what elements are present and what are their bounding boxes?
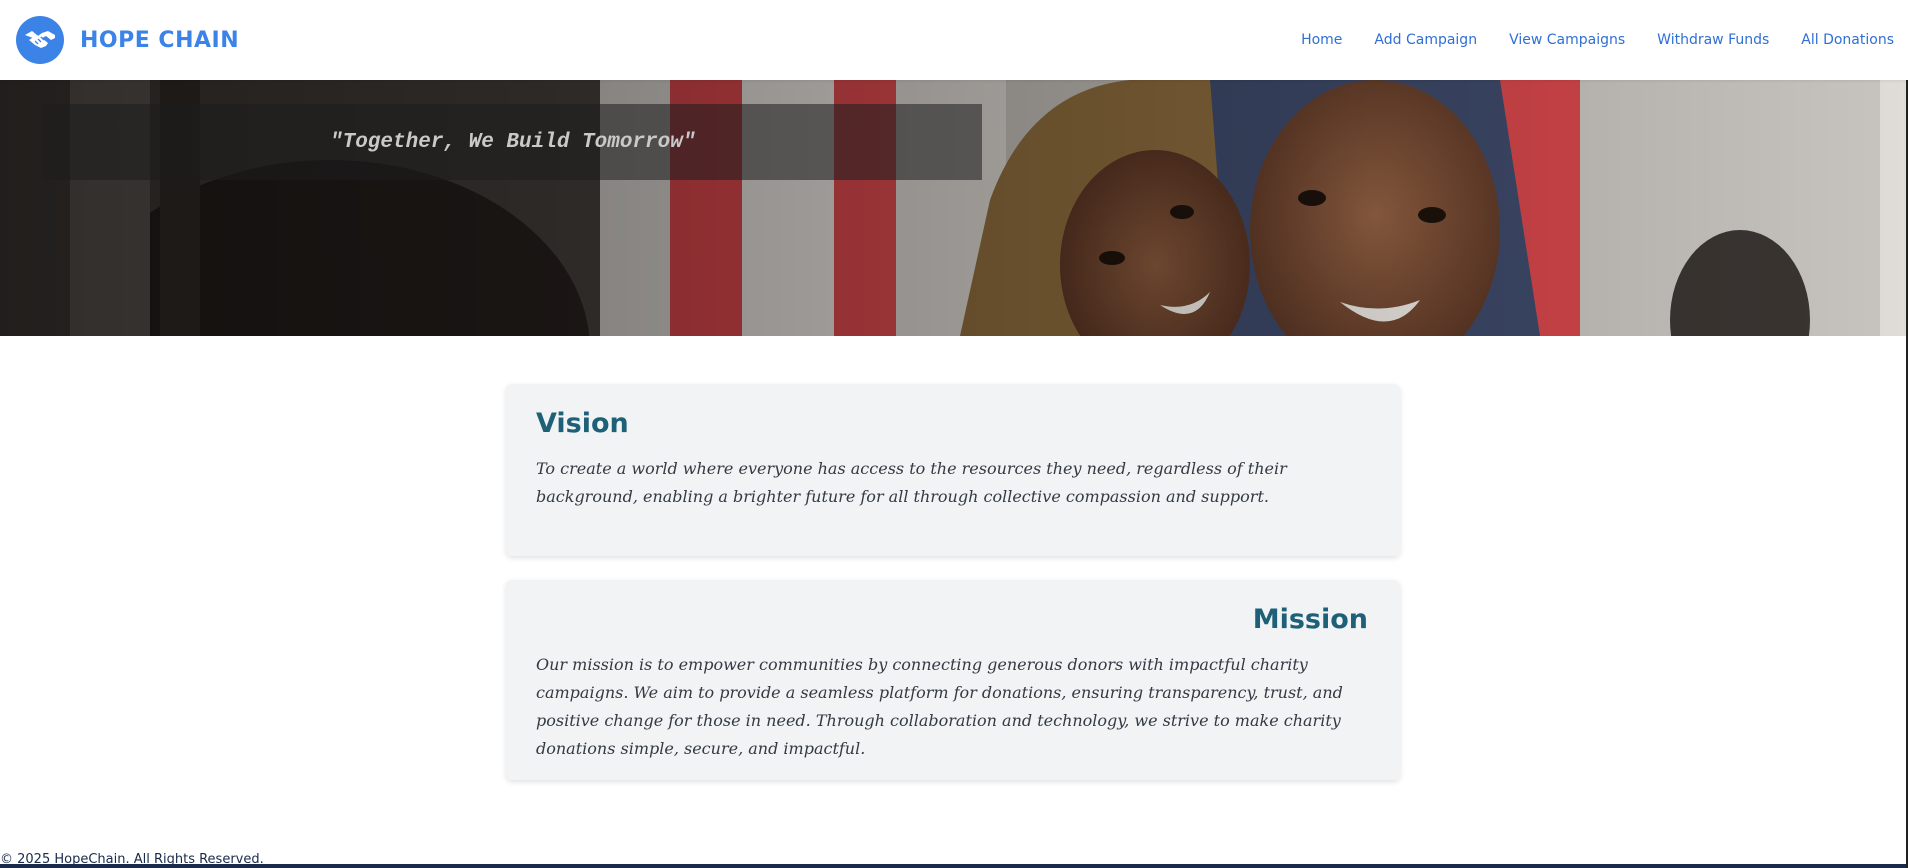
nav-withdraw-funds[interactable]: Withdraw Funds: [1657, 32, 1769, 48]
hero-quote: "Together, We Build Tomorrow": [330, 130, 696, 154]
nav-all-donations[interactable]: All Donations: [1801, 32, 1894, 48]
vision-card: Vision To create a world where everyone …: [506, 384, 1400, 556]
hero-quote-band: "Together, We Build Tomorrow": [42, 104, 982, 180]
top-navbar: HOPE CHAIN Home Add Campaign View Campai…: [0, 0, 1908, 80]
brand[interactable]: HOPE CHAIN: [16, 16, 239, 64]
nav-links: Home Add Campaign View Campaigns Withdra…: [1301, 32, 1894, 48]
mission-title: Mission: [1252, 604, 1368, 635]
mission-card: Mission Our mission is to empower commun…: [506, 580, 1400, 780]
vision-text: To create a world where everyone has acc…: [536, 459, 1287, 506]
nav-add-campaign[interactable]: Add Campaign: [1374, 32, 1477, 48]
mission-text: Our mission is to empower communities by…: [536, 655, 1343, 758]
handshake-icon: [16, 16, 64, 64]
nav-home[interactable]: Home: [1301, 32, 1342, 48]
hero-banner: "Together, We Build Tomorrow": [0, 80, 1908, 336]
nav-view-campaigns[interactable]: View Campaigns: [1509, 32, 1625, 48]
footer-divider: [0, 864, 1908, 868]
vision-title: Vision: [536, 408, 629, 439]
brand-name: HOPE CHAIN: [80, 27, 240, 53]
